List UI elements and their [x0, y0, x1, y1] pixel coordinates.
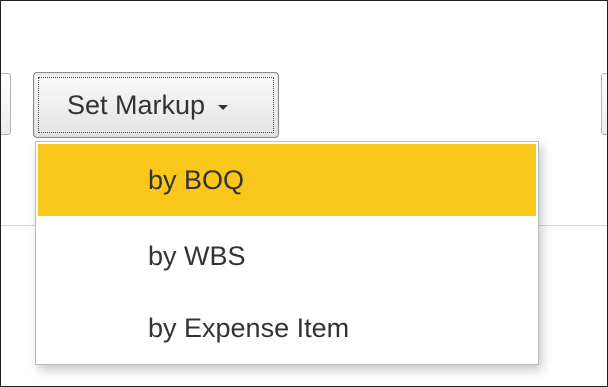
menu-item-label: by Expense Item	[148, 312, 350, 343]
menu-item-by-expense-item[interactable]: by Expense Item	[38, 292, 536, 364]
focus-ring: Set Markup	[38, 77, 274, 133]
adjacent-toolbar-button-left[interactable]	[1, 73, 11, 135]
set-markup-dropdown-button[interactable]: Set Markup	[33, 72, 279, 138]
screenshot-frame: Set Markup by BOQ by WBS by Expense Item	[0, 0, 608, 387]
menu-item-by-boq[interactable]: by BOQ	[38, 144, 536, 216]
menu-item-label: by BOQ	[148, 164, 245, 195]
set-markup-dropdown-menu: by BOQ by WBS by Expense Item	[35, 141, 539, 365]
menu-item-by-wbs[interactable]: by WBS	[38, 220, 536, 292]
menu-item-label: by WBS	[148, 240, 246, 271]
adjacent-toolbar-button-right[interactable]	[601, 73, 607, 135]
caret-down-icon	[218, 104, 229, 110]
set-markup-label: Set Markup	[67, 89, 206, 120]
